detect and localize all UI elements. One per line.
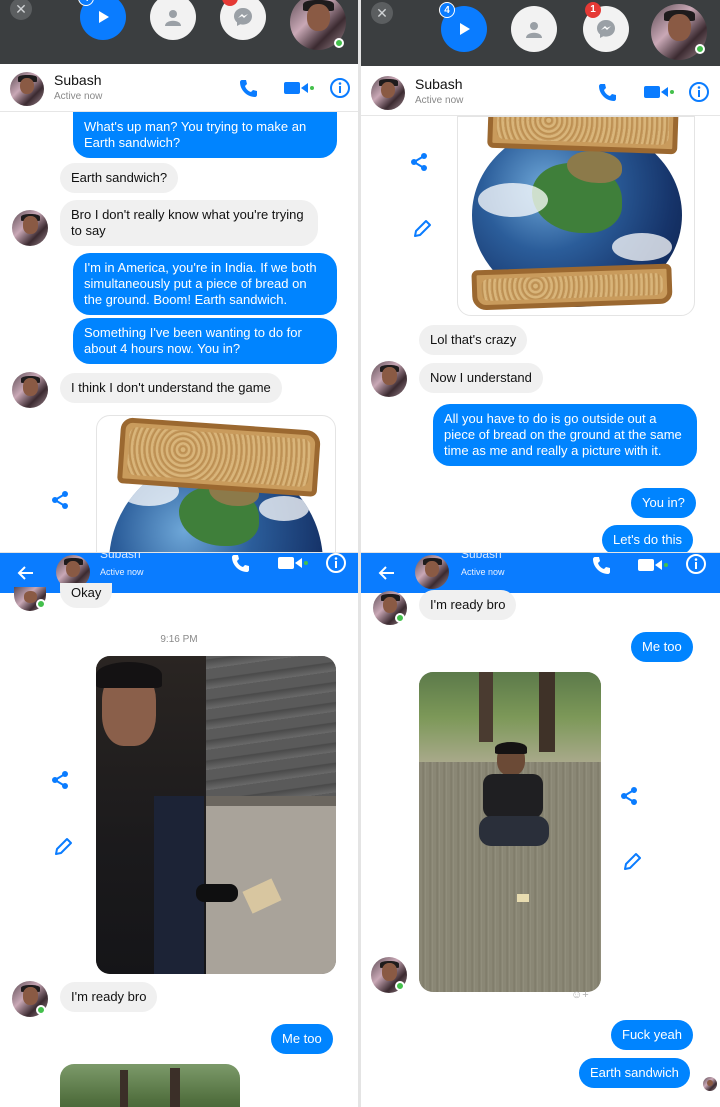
message-incoming: I think I don't understand the game <box>60 373 282 403</box>
chat-head-play[interactable]: 4 <box>439 2 487 52</box>
chat-head-messenger[interactable]: 1 <box>220 0 266 40</box>
message-incoming: Okay <box>60 583 113 608</box>
photo-preview[interactable] <box>60 1064 240 1107</box>
messenger-icon <box>234 8 252 26</box>
panel-top-left: ✕ 4 1 Subash Active now What's up man? Y… <box>0 0 358 552</box>
panel-bottom-right: Subash Active now I'm ready bro Me too ☺… <box>361 553 720 1107</box>
contacts-icon <box>526 22 542 38</box>
bread-slice <box>487 117 679 155</box>
bread-slice <box>116 417 322 497</box>
message-incoming: Lol that's crazy <box>419 325 528 355</box>
contact-status: Active now <box>54 91 103 102</box>
online-indicator <box>334 38 344 48</box>
message-outgoing: What's up man? You trying to make an Ear… <box>73 112 337 158</box>
phone-icon[interactable] <box>230 553 250 573</box>
avatar[interactable] <box>415 555 449 589</box>
chat-heads-bar: ✕ 4 1 <box>0 0 358 66</box>
contact-status: Active now <box>100 567 144 577</box>
chat-head-contacts[interactable] <box>150 0 196 40</box>
back-arrow-icon[interactable] <box>16 563 36 583</box>
avatar[interactable] <box>12 372 48 408</box>
avatar[interactable] <box>371 361 407 397</box>
timestamp: 9:16 PM <box>160 634 198 645</box>
conversation-header: Subash Active now <box>0 553 358 593</box>
message-outgoing: Me too <box>631 632 693 662</box>
contact-name[interactable]: Subash <box>100 553 141 561</box>
info-icon[interactable] <box>685 553 707 575</box>
play-icon <box>460 23 470 35</box>
conversation-header: Subash Active now <box>361 553 720 593</box>
message-outgoing: You in? <box>631 488 696 518</box>
chat-head-messenger[interactable]: 1 <box>583 2 629 52</box>
contact-name[interactable]: Subash <box>415 76 462 92</box>
avatar[interactable] <box>371 76 405 110</box>
play-badge: 4 <box>78 0 94 6</box>
message-incoming: Now I understand <box>419 363 543 393</box>
share-icon[interactable] <box>619 786 639 806</box>
online-indicator <box>36 1005 46 1015</box>
info-icon[interactable] <box>325 553 347 574</box>
chat-head-contacts[interactable] <box>511 6 557 52</box>
info-icon[interactable] <box>688 81 710 103</box>
panel-bottom-left: Subash Active now Okay 9:16 PM I'm ready… <box>0 553 358 1107</box>
message-outgoing: Let's do this <box>602 525 693 552</box>
contact-name[interactable]: Subash <box>461 553 502 561</box>
earth-sandwich-image[interactable] <box>96 415 336 552</box>
video-icon[interactable] <box>638 557 668 573</box>
contact-name[interactable]: Subash <box>54 72 101 88</box>
phone-icon[interactable] <box>597 82 617 102</box>
share-icon[interactable] <box>409 152 429 172</box>
message-incoming: Earth sandwich? <box>60 163 179 193</box>
bread-slice <box>471 263 673 311</box>
online-indicator <box>695 44 705 54</box>
reaction-add-icon[interactable]: ☺+ <box>571 989 589 1001</box>
message-incoming: Bro I don't really know what you're tryi… <box>60 200 318 246</box>
online-indicator <box>36 599 46 609</box>
chat-heads-bar: ✕ 4 1 <box>361 0 720 66</box>
play-badge: 4 <box>439 2 455 18</box>
message-incoming: I'm ready bro <box>419 590 517 620</box>
messenger-icon <box>597 20 615 38</box>
close-icon[interactable]: ✕ <box>371 2 393 24</box>
close-icon[interactable]: ✕ <box>10 0 32 20</box>
pencil-icon[interactable] <box>621 851 643 873</box>
share-icon[interactable] <box>50 490 70 510</box>
phone-icon[interactable] <box>238 78 258 98</box>
info-icon[interactable] <box>329 77 351 99</box>
online-indicator <box>395 613 405 623</box>
photo-man-crouching[interactable] <box>419 672 601 992</box>
video-icon[interactable] <box>644 84 674 100</box>
contacts-icon <box>165 10 181 26</box>
photo-bread-on-ground[interactable] <box>96 656 336 974</box>
message-incoming: I'm ready bro <box>60 982 158 1012</box>
messenger-badge: 1 <box>585 2 601 18</box>
collage: ✕ 4 1 Subash Active now What's up man? Y… <box>0 0 720 1107</box>
chat-head-play[interactable]: 4 <box>78 0 126 40</box>
message-outgoing: I'm in America, you're in India. If we b… <box>73 253 337 315</box>
pencil-icon[interactable] <box>411 218 433 240</box>
pencil-icon[interactable] <box>52 836 74 858</box>
avatar[interactable] <box>12 210 48 246</box>
contact-status: Active now <box>461 567 505 577</box>
video-icon[interactable] <box>278 555 308 571</box>
bread-slice <box>517 894 529 902</box>
message-outgoing: Me too <box>271 1024 333 1054</box>
online-indicator <box>395 981 405 991</box>
seen-avatar <box>703 1077 717 1091</box>
panel-top-right: ✕ 4 1 Subash Active now Lol that's crazy… <box>361 0 720 552</box>
contact-status: Active now <box>415 95 464 106</box>
message-outgoing: Fuck yeah <box>611 1020 693 1050</box>
message-outgoing: Earth sandwich <box>579 1058 690 1088</box>
play-icon <box>99 11 109 23</box>
avatar[interactable] <box>10 72 44 106</box>
conversation-header: Subash Active now <box>361 68 720 116</box>
message-outgoing: All you have to do is go outside out a p… <box>433 404 697 466</box>
video-icon[interactable] <box>284 80 314 96</box>
earth-sandwich-image[interactable] <box>457 116 695 316</box>
phone-icon[interactable] <box>591 555 611 575</box>
conversation-header: Subash Active now <box>0 64 358 112</box>
back-arrow-icon[interactable] <box>377 563 397 583</box>
share-icon[interactable] <box>50 770 70 790</box>
message-outgoing: Something I've been wanting to do for ab… <box>73 318 337 364</box>
